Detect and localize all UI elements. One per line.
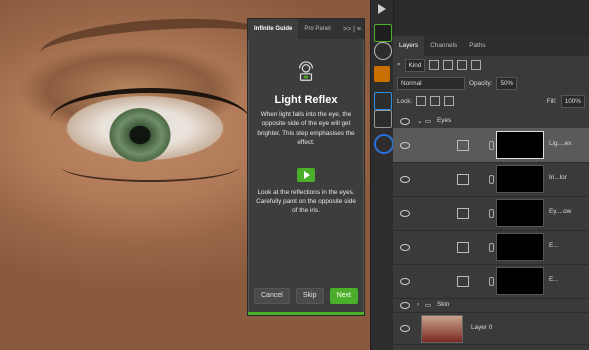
layer-mask-thumbnail[interactable] xyxy=(496,131,544,159)
layer-row[interactable]: E... xyxy=(393,264,589,299)
filter-pixel-icon[interactable] xyxy=(429,60,440,70)
link-icon xyxy=(489,175,494,184)
chevron-down-icon[interactable]: ⌄ xyxy=(417,117,422,125)
layer-row[interactable]: Lig....ex xyxy=(393,128,589,163)
link-icon xyxy=(489,243,494,252)
circle-plugin-icon[interactable] xyxy=(374,134,394,154)
upper-lash xyxy=(50,88,250,153)
visibility-eye-icon[interactable] xyxy=(400,244,410,251)
filter-shape-icon[interactable] xyxy=(471,60,482,70)
group-name: Skin xyxy=(437,301,450,308)
cancel-button[interactable]: Cancel xyxy=(254,288,290,304)
opacity-input[interactable]: 50% xyxy=(496,76,518,90)
next-button[interactable]: Next xyxy=(329,288,358,304)
tab-layers[interactable]: Layers xyxy=(393,36,425,56)
adjustment-icon xyxy=(457,242,469,253)
adjustment-icon xyxy=(457,140,469,151)
step-text-2: Look at the reflections in the eyes. Car… xyxy=(256,188,356,215)
lock-pixels-icon[interactable] xyxy=(416,96,427,106)
curves-icon[interactable] xyxy=(374,92,392,110)
layer-name: E... xyxy=(549,242,559,249)
panel-menu-controls[interactable]: >> | ≡ xyxy=(340,26,364,33)
filter-adjust-icon[interactable] xyxy=(443,60,454,70)
layer-name: E... xyxy=(549,276,559,283)
folder-icon: ▭ xyxy=(425,118,432,125)
support-person-icon xyxy=(298,61,314,81)
layer-name: Lig....ex xyxy=(549,140,572,147)
lock-all-icon[interactable] xyxy=(444,96,455,106)
bek-plugin-icon[interactable] xyxy=(374,66,390,82)
visibility-eye-icon[interactable] xyxy=(400,176,410,183)
link-icon xyxy=(489,141,494,150)
layer-name: Iri...lor xyxy=(549,174,567,181)
chevron-right-icon[interactable]: › xyxy=(417,301,419,308)
visibility-eye-icon[interactable] xyxy=(400,142,410,149)
guide-plugin-icon[interactable] xyxy=(374,24,392,42)
folder-icon: ▭ xyxy=(425,302,432,309)
layer-row[interactable]: Ey....ow xyxy=(393,196,589,231)
eyebrow xyxy=(38,12,272,78)
lock-position-icon[interactable] xyxy=(430,96,441,106)
adjustment-icon xyxy=(457,208,469,219)
link-icon xyxy=(489,277,494,286)
lock-label: Lock: xyxy=(397,97,413,105)
tab-pro-panel[interactable]: Pro Panel xyxy=(298,19,336,39)
layer-mask-thumbnail[interactable] xyxy=(496,233,544,261)
visibility-eye-icon[interactable] xyxy=(400,210,410,217)
fill-label: Fill: xyxy=(546,97,557,105)
step-title: Light Reflex xyxy=(274,94,338,106)
filter-kind-select[interactable]: Kind xyxy=(404,58,426,72)
visibility-eye-icon[interactable] xyxy=(400,278,410,285)
visibility-eye-icon[interactable] xyxy=(400,118,410,125)
layer-group-eyes[interactable]: ⌄ ▭ Eyes xyxy=(393,114,589,129)
filter-type-icon[interactable] xyxy=(457,60,468,70)
adjustment-icon xyxy=(457,174,469,185)
layer-name: Layer 0 xyxy=(471,324,493,331)
tab-infinite-guide[interactable]: Infinite Guide xyxy=(248,19,299,39)
side-toolbar xyxy=(370,0,394,350)
layers-panel: Layers Channels Paths ⌕ Kind Normal Opac… xyxy=(393,36,589,350)
adjustment-icon xyxy=(457,276,469,287)
video-play-icon[interactable] xyxy=(297,167,315,182)
group-name: Eyes xyxy=(437,117,452,124)
layer-name: Ey....ow xyxy=(549,208,572,215)
layer-row[interactable]: Iri...lor xyxy=(393,162,589,197)
layer-row-base[interactable]: Layer 0 xyxy=(393,312,589,345)
blend-mode-select[interactable]: Normal xyxy=(397,76,465,90)
search-icon: ⌕ xyxy=(397,61,401,68)
infinite-guide-panel: Infinite Guide Pro Panel >> | ≡ Light Re… xyxy=(247,18,365,316)
lock-icon[interactable] xyxy=(374,110,392,128)
tab-channels[interactable]: Channels xyxy=(424,36,463,56)
layer-thumbnail[interactable] xyxy=(421,315,463,343)
opacity-label: Opacity: xyxy=(469,79,493,87)
fill-input[interactable]: 100% xyxy=(560,94,585,108)
layer-mask-thumbnail[interactable] xyxy=(496,165,544,193)
visibility-eye-icon[interactable] xyxy=(400,325,410,332)
progress-bar xyxy=(248,312,364,315)
guide-tabs: Infinite Guide Pro Panel >> | ≡ xyxy=(248,19,364,39)
step-text-1: When light falls into the eye, the oppos… xyxy=(257,111,355,147)
link-icon xyxy=(489,209,494,218)
visibility-eye-icon[interactable] xyxy=(400,302,410,309)
tab-paths[interactable]: Paths xyxy=(463,36,491,56)
lower-lash xyxy=(60,150,240,182)
layer-row[interactable]: E... xyxy=(393,230,589,265)
layer-mask-thumbnail[interactable] xyxy=(496,199,544,227)
skip-button[interactable]: Skip xyxy=(295,288,324,304)
play-icon[interactable] xyxy=(378,4,386,14)
layer-group-skin[interactable]: › ▭ Skin xyxy=(393,298,589,313)
layer-mask-thumbnail[interactable] xyxy=(496,267,544,295)
history-icon[interactable] xyxy=(374,42,392,60)
